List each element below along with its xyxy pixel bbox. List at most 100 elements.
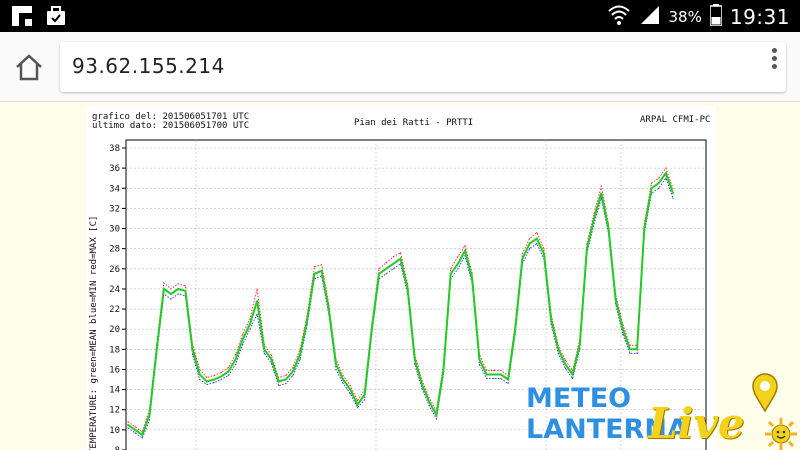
y-tick-label: 16: [109, 365, 120, 375]
wifi-icon: [607, 4, 631, 30]
map-pin-icon: [752, 373, 778, 413]
y-tick-label: 18: [109, 345, 120, 355]
home-button[interactable]: [14, 53, 44, 83]
data-point-mean: [241, 338, 244, 341]
data-point-max: [234, 353, 237, 355]
data-point-mean: [578, 343, 581, 346]
data-point-mean: [413, 358, 416, 361]
data-point-mean: [191, 348, 194, 351]
y-tick-label: 28: [109, 245, 120, 255]
data-point-mean: [148, 413, 151, 416]
data-point-min: [170, 298, 172, 300]
data-point-mean: [220, 375, 223, 378]
y-tick-label: 10: [109, 426, 120, 436]
data-point-mean: [507, 378, 509, 381]
data-point-max: [464, 245, 466, 247]
data-point-min: [299, 358, 301, 360]
overflow-menu-icon: [771, 48, 777, 53]
data-point-max: [256, 288, 258, 290]
data-point-mean: [672, 192, 674, 195]
y-tick-label: 32: [109, 204, 120, 214]
data-point-mean: [449, 272, 452, 275]
y-tick-label: 34: [109, 184, 120, 194]
data-point-mean: [155, 348, 158, 351]
data-point-min: [392, 268, 394, 270]
data-point-mean: [277, 380, 280, 383]
data-point-min: [134, 432, 136, 434]
data-point-mean: [435, 413, 438, 416]
data-point-mean: [478, 358, 481, 361]
data-point-min: [249, 328, 251, 330]
data-point-mean: [385, 267, 388, 270]
data-point-min: [528, 248, 531, 250]
data-point-mean: [557, 348, 560, 351]
data-point-min: [507, 382, 509, 385]
data-point-mean: [335, 363, 337, 366]
data-point-mean: [485, 373, 488, 376]
data-point-min: [629, 352, 631, 354]
data-point-mean: [421, 383, 423, 386]
data-point-max: [170, 288, 172, 290]
data-point-mean: [270, 358, 273, 361]
data-point-min: [148, 419, 151, 421]
data-point-min: [636, 352, 638, 354]
data-point-max: [392, 256, 394, 258]
data-point-max: [543, 248, 545, 250]
data-point-min: [342, 382, 344, 385]
data-point-max: [356, 400, 359, 402]
data-point-mean: [492, 373, 495, 376]
data-point-mean: [320, 269, 323, 272]
data-point-min: [242, 343, 244, 345]
data-point-min: [665, 177, 667, 179]
data-point-max: [163, 282, 165, 284]
data-point-max: [313, 266, 316, 268]
data-point-mean: [607, 227, 610, 230]
data-point-max: [493, 369, 495, 372]
data-point-mean: [327, 308, 330, 310]
data-point-max: [206, 376, 208, 379]
data-point-max: [285, 374, 287, 377]
data-point-mean: [543, 252, 545, 255]
data-point-mean: [471, 277, 474, 280]
data-point-mean: [399, 257, 402, 260]
data-point-min: [478, 363, 480, 366]
data-point-max: [227, 366, 229, 369]
data-point-min: [536, 243, 538, 245]
url-text[interactable]: 93.62.155.214: [72, 54, 225, 78]
data-point-min: [364, 399, 366, 401]
data-point-mean: [428, 400, 431, 403]
data-point-min: [335, 368, 337, 371]
y-tick-label: 36: [109, 164, 120, 174]
briefcase-icon: [46, 6, 66, 30]
y-tick-label: 14: [109, 386, 120, 396]
data-point-max: [485, 369, 488, 372]
data-point-mean: [292, 370, 294, 373]
y-tick-label: 8: [115, 446, 120, 450]
data-point-mean: [177, 288, 180, 290]
overflow-menu-button[interactable]: [768, 46, 780, 72]
data-point-min: [206, 383, 208, 386]
data-point-mean: [586, 247, 588, 250]
data-point-min: [234, 363, 237, 366]
url-bar[interactable]: 93.62.155.214: [60, 42, 786, 92]
data-point-min: [277, 384, 280, 387]
battery-percent: 38%: [668, 8, 702, 26]
data-point-max: [184, 285, 186, 287]
data-point-mean: [213, 378, 215, 381]
data-point-mean: [593, 217, 596, 220]
data-point-mean: [299, 353, 302, 356]
home-icon: [16, 54, 42, 81]
data-point-max: [536, 231, 538, 234]
data-point-mean: [514, 328, 517, 331]
data-point-mean: [227, 370, 230, 373]
data-point-mean: [499, 373, 502, 376]
data-point-mean: [249, 323, 251, 326]
data-point-min: [493, 377, 495, 380]
data-point-max: [600, 185, 602, 187]
flipboard-icon: [12, 6, 32, 30]
data-point-min: [263, 352, 265, 354]
battery-icon: [709, 4, 723, 30]
data-point-max: [665, 167, 667, 169]
data-point-mean: [564, 363, 567, 366]
data-point-mean: [528, 242, 531, 245]
